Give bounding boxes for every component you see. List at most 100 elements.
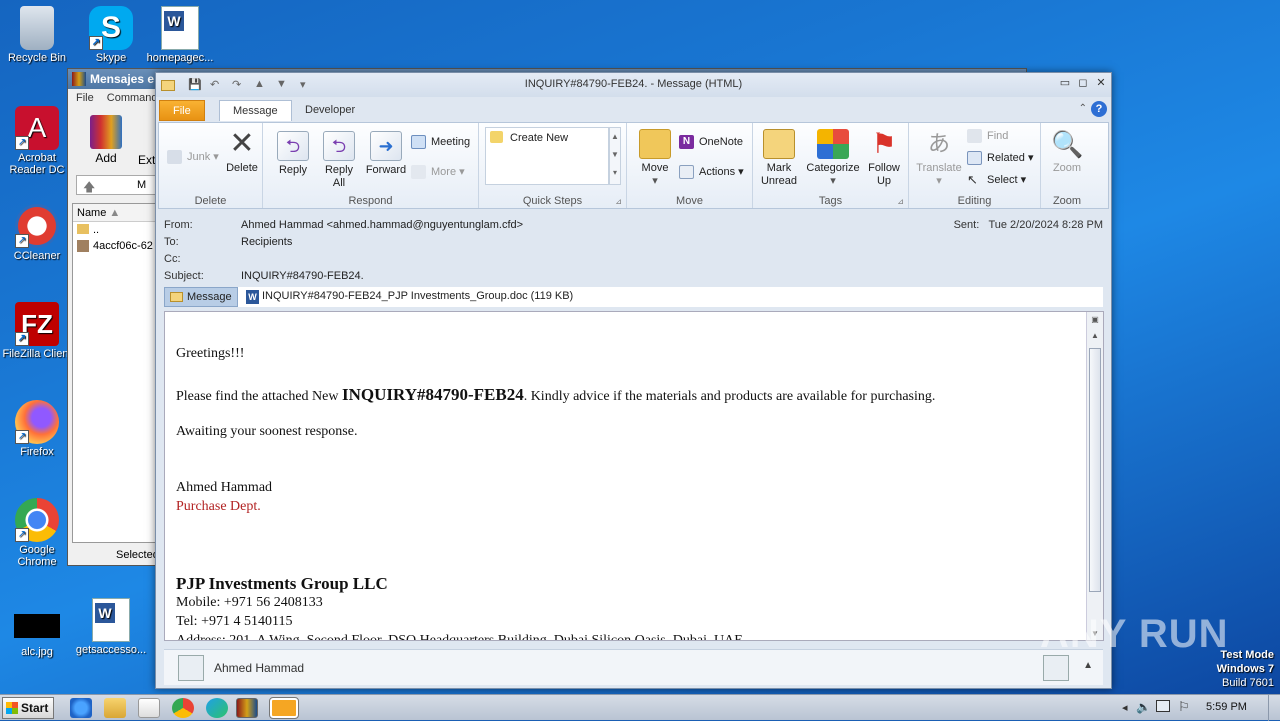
watermark-logo: ANY RUN	[1040, 612, 1229, 656]
titlebar[interactable]: 💾 ↶ ↷ ▲ ▼ ▾ INQUIRY#84790-FEB24. - Messa…	[156, 73, 1111, 97]
ribbon: Junk ▾ ✕ Delete Delete ⮌ Reply ⮌ Reply All …	[158, 122, 1109, 209]
chrome-icon[interactable]	[172, 698, 194, 718]
cursor-icon: ↖	[967, 172, 978, 187]
tab-developer[interactable]: Developer	[292, 100, 368, 121]
scroll-thumb[interactable]	[1089, 348, 1101, 592]
move-button[interactable]: Move ▾	[635, 129, 675, 188]
junk-button[interactable]: Junk ▾	[167, 148, 219, 166]
homepage-doc-shortcut[interactable]: W homepagec...	[143, 6, 217, 64]
maximize-icon[interactable]: ◻	[1075, 76, 1091, 90]
tab-file[interactable]: File	[159, 100, 205, 121]
attachment-file[interactable]: W INQUIRY#84790-FEB24_PJP Investments_Gro…	[246, 290, 573, 304]
close-icon[interactable]: ✕	[1093, 76, 1109, 90]
related-button[interactable]: Related ▾	[967, 149, 1034, 167]
filezilla-shortcut[interactable]: FZ ↗ FileZilla Client	[0, 302, 74, 360]
message-body[interactable]: Greetings!!! Please find the attached Ne…	[164, 311, 1104, 641]
network-icon[interactable]	[1156, 700, 1170, 712]
system-tray: ◂ 🔈 ⚐ 5:59 PM	[1122, 695, 1280, 721]
actions-button[interactable]: Actions ▾	[679, 163, 744, 181]
gallery-scroll[interactable]: ▲ ▼ ▾	[609, 127, 621, 185]
expand-icon[interactable]: ▲	[1083, 660, 1093, 671]
show-desktop-button[interactable]	[1268, 695, 1280, 721]
dialog-launcher-icon[interactable]: ⊿	[615, 197, 622, 206]
add-button[interactable]: Add	[86, 115, 126, 165]
categorize-button[interactable]: Categorize ▾	[803, 129, 863, 188]
acrobat-shortcut[interactable]: A ↗ Acrobat Reader DC	[0, 106, 74, 176]
collapse-ribbon-icon[interactable]: ⌃	[1079, 103, 1087, 114]
scroll-up-icon[interactable]: ▲	[1087, 328, 1103, 344]
ribbon-tabs: File Message Developer ⌃ ?	[156, 97, 1111, 121]
create-new-button[interactable]: Create New	[490, 129, 568, 147]
onenote-button[interactable]: N OneNote	[679, 133, 743, 151]
from-value[interactable]: Ahmed Hammad <ahmed.hammad@nguyentunglam…	[241, 219, 523, 231]
more-button[interactable]: More ▾	[411, 163, 465, 181]
show-hidden-icons[interactable]: ◂	[1122, 701, 1128, 714]
outlook-message-window[interactable]: 💾 ↶ ↷ ▲ ▼ ▾ INQUIRY#84790-FEB24. - Messa…	[155, 72, 1112, 689]
skype-icon: S ↗	[89, 6, 133, 50]
text: Please find the attached New	[176, 389, 342, 404]
envelope-icon	[170, 292, 183, 302]
ccleaner-shortcut[interactable]: ↗ CCleaner	[0, 204, 74, 262]
junk-icon	[167, 150, 182, 164]
move-label: Move	[641, 162, 669, 174]
meeting-button[interactable]: Meeting	[411, 133, 470, 151]
minimize-icon[interactable]: ▭	[1057, 76, 1073, 90]
delete-button[interactable]: ✕ Delete	[223, 129, 261, 175]
ie-icon[interactable]	[70, 698, 92, 718]
skype-shortcut[interactable]: S ↗ Skype	[74, 6, 148, 64]
forward-button[interactable]: ➜ Forward	[363, 131, 409, 177]
translate-button[interactable]: あ Translate ▾	[913, 129, 965, 188]
message-tab[interactable]: Message	[164, 287, 238, 307]
sender-name[interactable]: Ahmed Hammad	[214, 661, 304, 675]
related-label: Related	[987, 152, 1025, 164]
tel-number: Tel: +971 4 5140115	[176, 614, 293, 629]
firefox-shortcut[interactable]: ↗ Firefox	[0, 400, 74, 458]
select-button[interactable]: ↖ Select ▾	[967, 171, 1026, 189]
scroll-options-icon[interactable]: ▣	[1087, 312, 1103, 328]
column-header-name[interactable]: Name ▲	[73, 204, 155, 222]
up-arrow-icon[interactable]: 🡅	[83, 178, 95, 199]
forward-label: Forward	[365, 164, 407, 176]
edge-icon[interactable]	[206, 698, 228, 718]
getsaccess-doc[interactable]: W getsaccesso...	[74, 598, 148, 656]
help-icon[interactable]: ?	[1091, 101, 1107, 117]
watermark-line: Windows 7	[1216, 663, 1274, 675]
action-center-flag-icon[interactable]: ⚐	[1178, 699, 1190, 715]
explorer-icon[interactable]	[104, 698, 126, 718]
junk-label: Junk	[187, 151, 211, 163]
add-label: Add	[95, 151, 117, 165]
windows-logo-icon	[6, 702, 18, 714]
clock[interactable]: 5:59 PM	[1206, 701, 1247, 713]
tab-message[interactable]: Message	[219, 100, 292, 121]
media-player-icon[interactable]	[138, 698, 160, 718]
vertical-scrollbar[interactable]: ▣ ▲ ▼	[1086, 312, 1103, 640]
quick-steps-gallery[interactable]: Create New	[485, 127, 609, 185]
to-value[interactable]: Recipients	[241, 236, 292, 248]
to-label: To:	[164, 236, 179, 248]
tags-group: Mark Unread Categorize ▾ ⚑ Follow Up Tags …	[753, 123, 909, 208]
volume-icon[interactable]: 🔈	[1136, 700, 1151, 714]
recycle-bin-icon[interactable]: Recycle Bin	[0, 6, 74, 64]
list-item[interactable]: 4accf06c-62	[73, 238, 155, 254]
alc-jpg-file[interactable]: alc.jpg	[0, 614, 74, 658]
reply-button[interactable]: ⮌ Reply	[273, 131, 313, 177]
chrome-shortcut[interactable]: ↗ Google Chrome	[0, 498, 74, 568]
delete-label: Delete	[226, 162, 258, 174]
list-item[interactable]: ..	[73, 222, 155, 238]
extract-button[interactable]: Ext	[138, 153, 155, 167]
path-bar[interactable]: 🡅 M	[76, 175, 156, 195]
archive-add-icon	[90, 115, 122, 149]
outlook-taskbar-icon[interactable]	[269, 697, 299, 719]
zoom-button[interactable]: 🔍 Zoom	[1045, 129, 1089, 175]
find-button[interactable]: Find	[967, 127, 1008, 145]
start-button[interactable]: Start	[2, 697, 54, 719]
winrar-taskbar-icon[interactable]	[236, 698, 258, 718]
mark-unread-button[interactable]: Mark Unread	[755, 129, 803, 188]
file-list[interactable]: Name ▲ .. 4accf06c-62	[72, 203, 156, 543]
menu-file[interactable]: File	[76, 92, 94, 104]
follow-up-button[interactable]: ⚑ Follow Up	[863, 129, 905, 188]
dialog-launcher-icon[interactable]: ⊿	[897, 197, 904, 206]
reply-all-button[interactable]: ⮌ Reply All	[319, 131, 359, 190]
cc-label: Cc:	[164, 253, 181, 265]
extract-label: Ext	[138, 153, 156, 167]
